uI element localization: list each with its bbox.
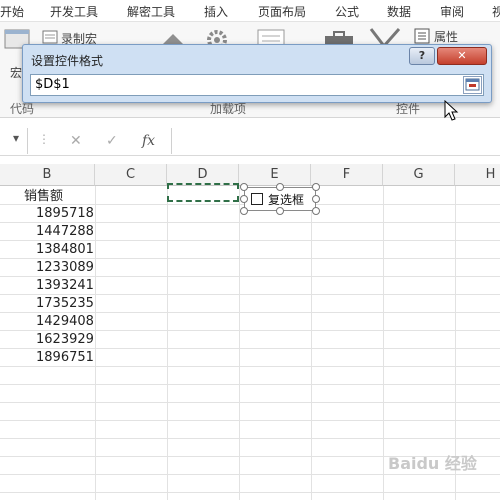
formula-bar: ▾ ⋮ ✕ ✓ fx xyxy=(0,126,500,156)
cancel-icon[interactable]: ✕ xyxy=(70,133,82,149)
sales-value-cell[interactable]: 1233089 xyxy=(36,260,94,275)
macro-button-label[interactable]: 宏 xyxy=(10,64,22,81)
name-box[interactable]: ▾ xyxy=(0,128,28,154)
menu-bar: 开始 开发工具 解密工具 插入 页面布局 公式 数据 审阅 视 xyxy=(0,0,500,22)
checkbox-label[interactable]: 复选框 xyxy=(268,191,304,208)
sales-header-cell[interactable]: 销售额 xyxy=(24,185,63,204)
menu-formulas[interactable]: 公式 xyxy=(335,3,359,20)
cell-d1-marquee[interactable] xyxy=(167,183,239,202)
sales-value-cell[interactable]: 1447288 xyxy=(36,224,94,239)
formula-input[interactable] xyxy=(171,128,500,154)
grid-row-line xyxy=(0,294,500,295)
sales-value-cell[interactable]: 1896751 xyxy=(36,350,94,365)
grid-row-line xyxy=(0,240,500,241)
sales-value-cell[interactable]: 1623929 xyxy=(36,332,94,347)
menu-home[interactable]: 开始 xyxy=(0,3,24,20)
resize-handle[interactable] xyxy=(240,183,248,191)
sales-value-cell[interactable]: 1393241 xyxy=(36,278,94,293)
properties-icon[interactable] xyxy=(414,28,430,44)
grid-row-line xyxy=(0,492,500,493)
menu-decrypt-tools[interactable]: 解密工具 xyxy=(127,3,175,20)
help-button[interactable]: ? xyxy=(409,47,435,65)
grid-row-line xyxy=(0,366,500,367)
menu-data[interactable]: 数据 xyxy=(387,3,411,20)
resize-handle[interactable] xyxy=(276,207,284,215)
column-header-e[interactable]: E xyxy=(239,164,311,186)
enter-icon[interactable]: ✓ xyxy=(106,133,118,149)
column-header-h[interactable]: H xyxy=(455,164,500,186)
dialog-title: 设置控件格式 xyxy=(31,54,104,68)
properties-button[interactable]: 属性 xyxy=(434,28,458,45)
grid-row-line xyxy=(0,222,500,223)
menu-insert[interactable]: 插入 xyxy=(204,3,228,20)
sales-value-cell[interactable]: 1429408 xyxy=(36,314,94,329)
grid-column-line xyxy=(167,186,168,500)
grid-row-line xyxy=(0,474,500,475)
resize-handle[interactable] xyxy=(240,195,248,203)
resize-handle[interactable] xyxy=(312,207,320,215)
record-macro-icon[interactable] xyxy=(42,30,58,44)
name-box-dropdown-icon[interactable]: ▾ xyxy=(13,131,19,145)
sales-value-cell[interactable]: 1735235 xyxy=(36,296,94,311)
grid-row-line xyxy=(0,384,500,385)
grid-column-line xyxy=(95,186,96,500)
column-header-g[interactable]: G xyxy=(383,164,455,186)
mouse-cursor-icon xyxy=(444,100,459,121)
cell-reference-input[interactable]: $D$1 xyxy=(30,74,484,96)
expand-dialog-icon xyxy=(465,78,480,91)
grid-row-line xyxy=(0,402,500,403)
menu-developer[interactable]: 开发工具 xyxy=(50,3,98,20)
grid-column-line xyxy=(311,186,312,500)
grid-row-line xyxy=(0,258,500,259)
sales-value-cell[interactable]: 1895718 xyxy=(36,206,94,221)
baidu-watermark: Baidu 经验 xyxy=(388,454,477,473)
grid-row-line xyxy=(0,438,500,439)
menu-review[interactable]: 审阅 xyxy=(440,3,464,20)
resize-handle[interactable] xyxy=(276,183,284,191)
resize-handle[interactable] xyxy=(240,207,248,215)
grid-column-line xyxy=(239,186,240,500)
resize-handle[interactable] xyxy=(312,183,320,191)
grid-column-line xyxy=(383,186,384,500)
grid-row-line xyxy=(0,348,500,349)
column-header-c[interactable]: C xyxy=(95,164,167,186)
format-control-dialog: 设置控件格式 ? ✕ $D$1 xyxy=(22,44,492,103)
resize-handle[interactable] xyxy=(312,195,320,203)
formula-bar-grip-icon: ⋮ xyxy=(38,132,50,146)
insert-function-icon[interactable]: fx xyxy=(142,133,155,149)
grid-row-line xyxy=(0,330,500,331)
checkbox-square[interactable] xyxy=(251,193,263,205)
menu-view[interactable]: 视 xyxy=(492,3,500,20)
column-header-b[interactable]: B xyxy=(0,164,95,186)
sales-value-cell[interactable]: 1384801 xyxy=(36,242,94,257)
grid-row-line xyxy=(0,420,500,421)
expand-dialog-button[interactable] xyxy=(463,76,482,94)
close-button[interactable]: ✕ xyxy=(437,47,487,65)
column-header-f[interactable]: F xyxy=(311,164,383,186)
grid-row-line xyxy=(0,312,500,313)
menu-page-layout[interactable]: 页面布局 xyxy=(258,3,306,20)
grid-row-line xyxy=(0,276,500,277)
